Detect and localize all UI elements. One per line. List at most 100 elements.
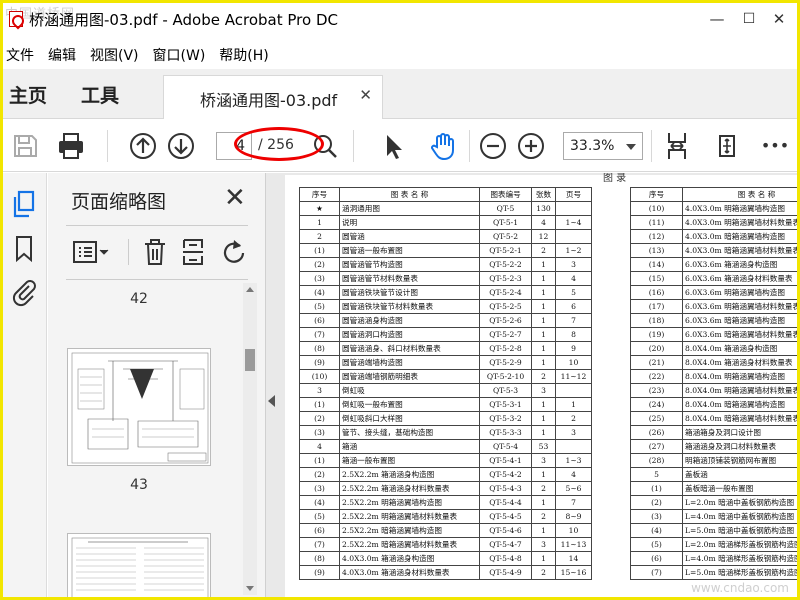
- next-page-icon[interactable]: [165, 130, 197, 162]
- close-tab-button[interactable]: ✕: [359, 86, 372, 104]
- table-cell: (6): [299, 523, 340, 538]
- table-cell: 8.0X4.0m 明箱涵翼墙构造图: [682, 369, 797, 384]
- page-thumbnail[interactable]: [67, 348, 211, 466]
- scroll-thumb[interactable]: [245, 349, 255, 371]
- menu-help[interactable]: 帮助(H): [219, 45, 268, 65]
- minimize-button[interactable]: —: [703, 7, 731, 31]
- maximize-button[interactable]: ☐: [735, 7, 763, 31]
- table-cell: QT-5-2-8: [479, 341, 532, 356]
- table-cell: 3: [531, 383, 556, 398]
- zoom-level-select[interactable]: 33.3%: [563, 132, 643, 160]
- table-cell: QT-5-4: [479, 439, 532, 454]
- table-cell: QT-5-3-1: [479, 397, 532, 412]
- menu-view[interactable]: 视图(V): [90, 45, 139, 65]
- page-thumbnail[interactable]: [67, 533, 211, 597]
- hand-tool-icon[interactable]: [427, 130, 459, 162]
- table-row: (24) 8.0X4.0m 暗箱涵翼墙构造图: [630, 397, 797, 412]
- window-title: 桥涵通用图-03.pdf - Adobe Acrobat Pro DC: [29, 11, 338, 29]
- menu-window[interactable]: 窗口(W): [153, 45, 206, 65]
- table-row: (22) 8.0X4.0m 明箱涵翼墙构造图: [630, 369, 797, 384]
- table-cell: (3): [299, 271, 340, 286]
- table-cell: 12: [531, 229, 556, 244]
- table-cell: (13): [630, 243, 683, 258]
- table-cell: 8: [555, 327, 592, 342]
- zoom-in-icon[interactable]: [515, 130, 547, 162]
- document-tab-label: 桥涵通用图-03.pdf: [200, 91, 338, 110]
- full-screen-icon[interactable]: [711, 130, 743, 162]
- table-cell: 圆管涵涵身构造图: [339, 313, 480, 328]
- fit-page-icon[interactable]: [661, 130, 693, 162]
- table-cell: 6: [555, 299, 592, 314]
- panel-close-button[interactable]: ✕: [224, 185, 246, 211]
- page-header-fragment: 图 录: [603, 173, 627, 184]
- table-row: (28) 明箱涵顶铺装钢筋网布置图: [630, 453, 797, 468]
- table-cell: 1: [531, 495, 556, 510]
- table-cell: 管节、接头缝，基础构造图: [339, 425, 480, 440]
- document-view[interactable]: 图 录 序号图 表 名 称图表编号 张数 页号 ★ 涵洞通用图 QT-5 130 1 说明 QT…: [266, 173, 797, 597]
- table-cell: 1: [531, 551, 556, 566]
- table-row: (20) 8.0X4.0m 箱涵涵身构造图: [630, 341, 797, 356]
- previous-page-icon[interactable]: [127, 130, 159, 162]
- tab-document[interactable]: 桥涵通用图-03.pdf ✕: [163, 75, 383, 119]
- table-cell: 6.0X3.6m 箱涵涵身构造图: [682, 257, 797, 272]
- menu-file[interactable]: 文件: [6, 45, 34, 65]
- table-row: (18) 6.0X3.6m 暗箱涵翼墙构造图: [630, 313, 797, 328]
- save-icon[interactable]: [9, 130, 41, 162]
- table-row: (5) L=2.0m 暗涵梯形盖板钢筋构造图: [630, 537, 797, 552]
- table-cell: (6): [630, 551, 683, 566]
- table-cell: (24): [630, 397, 683, 412]
- table-cell: L=4.0m 暗涵中盖板钢筋构造图: [682, 509, 797, 524]
- bookmark-icon[interactable]: [9, 233, 39, 263]
- table-cell: QT-5-1: [479, 215, 532, 230]
- close-window-button[interactable]: ✕: [765, 7, 793, 31]
- table-row: (3) 管节、接头缝，基础构造图 QT-5-3-3 1 3: [299, 425, 592, 440]
- more-tools-icon[interactable]: •••: [759, 130, 791, 162]
- table-cell: 2.5X2.2m 箱涵涵身构造图: [339, 467, 480, 482]
- thumbnail-label: 43: [130, 477, 148, 493]
- collapse-panel-icon[interactable]: [268, 395, 275, 407]
- toolbar-separator: [353, 130, 354, 162]
- table-row: (2) 倒虹吸斜口大样图 QT-5-3-2 1 2: [299, 411, 592, 426]
- page-thumbnails-icon[interactable]: [9, 189, 39, 219]
- table-cell: 3: [299, 383, 340, 398]
- rotate-page-icon[interactable]: [218, 237, 248, 267]
- navigation-rail: [3, 173, 47, 597]
- toolbar: 4 / 256 33.3% •••: [3, 120, 797, 172]
- panel-divider: [66, 225, 248, 226]
- table-cell: (23): [630, 383, 683, 398]
- delete-page-icon[interactable]: [142, 237, 168, 267]
- table-cell: QT-5-4-5: [479, 509, 532, 524]
- table-cell: QT-5-4-9: [479, 565, 532, 580]
- table-cell: (16): [630, 285, 683, 300]
- table-cell: (2): [630, 495, 683, 510]
- panel-title: 页面缩略图: [71, 191, 167, 213]
- toolbar-separator: [107, 130, 108, 162]
- table-cell: (10): [630, 201, 683, 216]
- attachment-icon[interactable]: [9, 277, 39, 307]
- menu-edit[interactable]: 编辑: [48, 45, 76, 65]
- print-icon[interactable]: [55, 130, 87, 162]
- table-cell: L=2.0m 暗涵中盖板钢筋构造图: [682, 495, 797, 510]
- table-cell: 圆管涵管节材料数量表: [339, 271, 480, 286]
- thumbnail-options-icon[interactable]: [72, 239, 110, 265]
- scroll-down-icon[interactable]: [246, 586, 254, 591]
- table-cell: (3): [299, 481, 340, 496]
- table-cell: 11~12: [555, 369, 592, 384]
- table-cell: 盖板涵: [682, 467, 797, 482]
- thumbnail-scrollbar[interactable]: [243, 283, 257, 595]
- table-cell: 1: [299, 215, 340, 230]
- table-cell: QT-5-2-1: [479, 243, 532, 258]
- scroll-up-icon[interactable]: [246, 287, 254, 292]
- table-row: (27) 箱涵涵身及洞口材料数量表: [630, 439, 797, 454]
- toolbar-separator: [651, 130, 652, 162]
- tab-tools[interactable]: 工具: [81, 81, 119, 108]
- table-row: (26) 箱涵箱身及洞口设计图: [630, 425, 797, 440]
- table-cell: 7: [555, 313, 592, 328]
- select-cursor-icon[interactable]: [377, 130, 409, 162]
- table-cell: 8.0X4.0m 箱涵涵身构造图: [682, 341, 797, 356]
- table-row: (21) 8.0X4.0m 箱涵涵身材料数量表: [630, 355, 797, 370]
- tab-home[interactable]: 主页: [9, 81, 47, 108]
- zoom-out-icon[interactable]: [477, 130, 509, 162]
- extract-pages-icon[interactable]: [180, 237, 206, 267]
- table-cell: QT-5-4-4: [479, 495, 532, 510]
